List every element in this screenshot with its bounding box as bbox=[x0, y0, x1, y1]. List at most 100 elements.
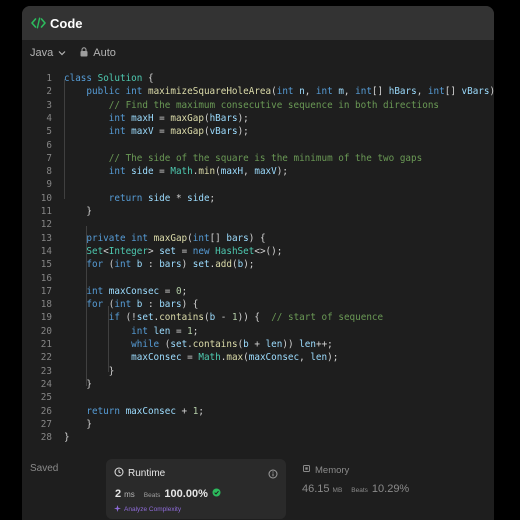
memory-title: Memory bbox=[315, 464, 350, 476]
code-token: + bbox=[175, 405, 193, 417]
editor-toolbar: Java Auto bbox=[22, 40, 494, 66]
code-text: } bbox=[64, 205, 92, 218]
code-token: len bbox=[310, 352, 328, 364]
memory-value: 46.15 bbox=[302, 483, 330, 495]
code-line[interactable]: 4 int maxH = maxGap(hBars); bbox=[22, 112, 494, 125]
code-text: int maxH = maxGap(hBars); bbox=[64, 112, 249, 125]
line-number: 27 bbox=[40, 418, 52, 430]
code-token: maxConsec bbox=[248, 352, 300, 364]
code-token: (! bbox=[125, 312, 137, 324]
code-line[interactable]: 6 bbox=[22, 139, 494, 152]
code-token: maxV bbox=[131, 126, 154, 138]
code-token: int bbox=[315, 86, 339, 98]
line-number: 8 bbox=[46, 166, 52, 178]
code-line[interactable]: 21 while (set.contains(b + len)) len++; bbox=[22, 338, 494, 351]
code-token: int bbox=[131, 325, 154, 337]
code-line[interactable]: 1 class Solution { bbox=[22, 72, 494, 85]
saved-status: Saved bbox=[30, 463, 59, 474]
runtime-card[interactable]: Runtime 2 ms Beats 100.00% Analyze Compl… bbox=[106, 459, 286, 519]
code-token: + bbox=[248, 339, 266, 350]
code-line[interactable]: 15 for (int b : bars) set.add(b); bbox=[22, 258, 494, 271]
runtime-stats: 2 ms Beats 100.00% bbox=[115, 488, 221, 500]
code-token: set bbox=[159, 245, 176, 257]
code-line[interactable]: 10 return side * side; bbox=[22, 192, 494, 205]
clock-icon bbox=[114, 467, 124, 480]
code-token: for bbox=[86, 299, 109, 311]
code-line[interactable]: 5 int maxV = maxGap(vBars); bbox=[22, 125, 494, 138]
code-token: int bbox=[86, 285, 109, 297]
line-number: 13 bbox=[40, 232, 52, 244]
code-line[interactable]: 22 maxConsec = Math.max(maxConsec, len); bbox=[22, 351, 494, 364]
code-token: maxConsec bbox=[125, 405, 176, 417]
code-token: new bbox=[192, 245, 216, 257]
code-token: int bbox=[114, 299, 137, 311]
runtime-value: 2 bbox=[115, 488, 122, 500]
code-token: )) bbox=[282, 339, 300, 350]
runtime-percent: 100.00% bbox=[164, 488, 208, 500]
code-token: side bbox=[147, 192, 171, 204]
code-line[interactable]: 13 private int maxGap(int[] bars) { bbox=[22, 232, 494, 245]
code-line[interactable]: 26 return maxConsec + 1; bbox=[22, 405, 494, 418]
runtime-beats-label: Beats bbox=[143, 492, 161, 499]
code-line[interactable]: 23 } bbox=[22, 365, 494, 378]
line-number: 10 bbox=[40, 192, 52, 204]
line-number: 21 bbox=[40, 339, 52, 350]
line-number: 22 bbox=[40, 352, 52, 364]
code-token: side bbox=[131, 166, 154, 178]
code-line[interactable]: 24 } bbox=[22, 378, 494, 391]
code-line[interactable]: 14 Set<Integer> set = new HashSet<>(); bbox=[22, 245, 494, 258]
code-token: contains bbox=[192, 339, 238, 350]
code-token: Math bbox=[198, 352, 221, 364]
code-line[interactable]: 20 int len = 1; bbox=[22, 325, 494, 338]
code-text: class Solution { bbox=[64, 72, 154, 85]
code-token: // The side of the square is the minimum… bbox=[108, 152, 423, 164]
code-line[interactable]: 8 int side = Math.min(maxH, maxV); bbox=[22, 165, 494, 178]
auto-format-toggle[interactable]: Auto bbox=[80, 46, 116, 60]
code-token: int bbox=[192, 232, 210, 244]
code-text: for (int b : bars) set.add(b); bbox=[64, 258, 254, 271]
code-token: public int bbox=[86, 86, 148, 98]
code-token: = bbox=[159, 285, 176, 297]
code-text: private int maxGap(int[] bars) { bbox=[64, 232, 265, 245]
code-token: [] bbox=[444, 86, 462, 98]
code-line[interactable]: 25 bbox=[22, 391, 494, 404]
code-line[interactable]: 3 // Find the maximum consecutive sequen… bbox=[22, 99, 494, 112]
code-line[interactable]: 17 int maxConsec = 0; bbox=[22, 285, 494, 298]
code-text: } bbox=[64, 365, 115, 378]
code-line[interactable]: 16 bbox=[22, 272, 494, 285]
code-text: // The side of the square is the minimum… bbox=[64, 152, 422, 165]
code-text: if (!set.contains(b - 1)) { // start of … bbox=[64, 311, 383, 324]
code-line[interactable]: 2 public int maximizeSquareHoleArea(int … bbox=[22, 85, 494, 98]
code-line[interactable]: 28} bbox=[22, 431, 494, 444]
code-token: bars bbox=[159, 299, 182, 311]
code-token: = bbox=[153, 126, 171, 138]
code-text: for (int b : bars) { bbox=[64, 298, 198, 311]
code-text: } bbox=[64, 431, 70, 444]
line-number: 18 bbox=[40, 299, 52, 311]
code-line[interactable]: 7 // The side of the square is the minim… bbox=[22, 152, 494, 165]
line-number: 19 bbox=[40, 312, 52, 324]
code-token: hBars bbox=[388, 86, 417, 98]
runtime-title: Runtime bbox=[128, 468, 166, 479]
analyze-complexity-link[interactable]: Analyze Complexity bbox=[114, 505, 181, 514]
code-token: Math bbox=[170, 166, 193, 178]
language-selector[interactable]: Java bbox=[30, 47, 66, 59]
sparkle-icon bbox=[114, 505, 121, 514]
code-line[interactable]: 11 } bbox=[22, 205, 494, 218]
code-line[interactable]: 12 bbox=[22, 218, 494, 231]
code-line[interactable]: 9 bbox=[22, 178, 494, 191]
code-line[interactable]: 18 for (int b : bars) { bbox=[22, 298, 494, 311]
line-number: 1 bbox=[46, 73, 52, 84]
code-token: return bbox=[86, 405, 126, 417]
code-editor[interactable]: 1 class Solution {2 public int maximizeSq… bbox=[22, 66, 494, 452]
info-icon[interactable] bbox=[268, 466, 278, 484]
code-line[interactable]: 19 if (!set.contains(b - 1)) { // start … bbox=[22, 311, 494, 324]
code-line[interactable]: 27 } bbox=[22, 418, 494, 431]
memory-header[interactable]: Memory bbox=[302, 464, 349, 476]
code-token: } bbox=[64, 378, 92, 390]
code-token: maxGap bbox=[170, 112, 204, 124]
